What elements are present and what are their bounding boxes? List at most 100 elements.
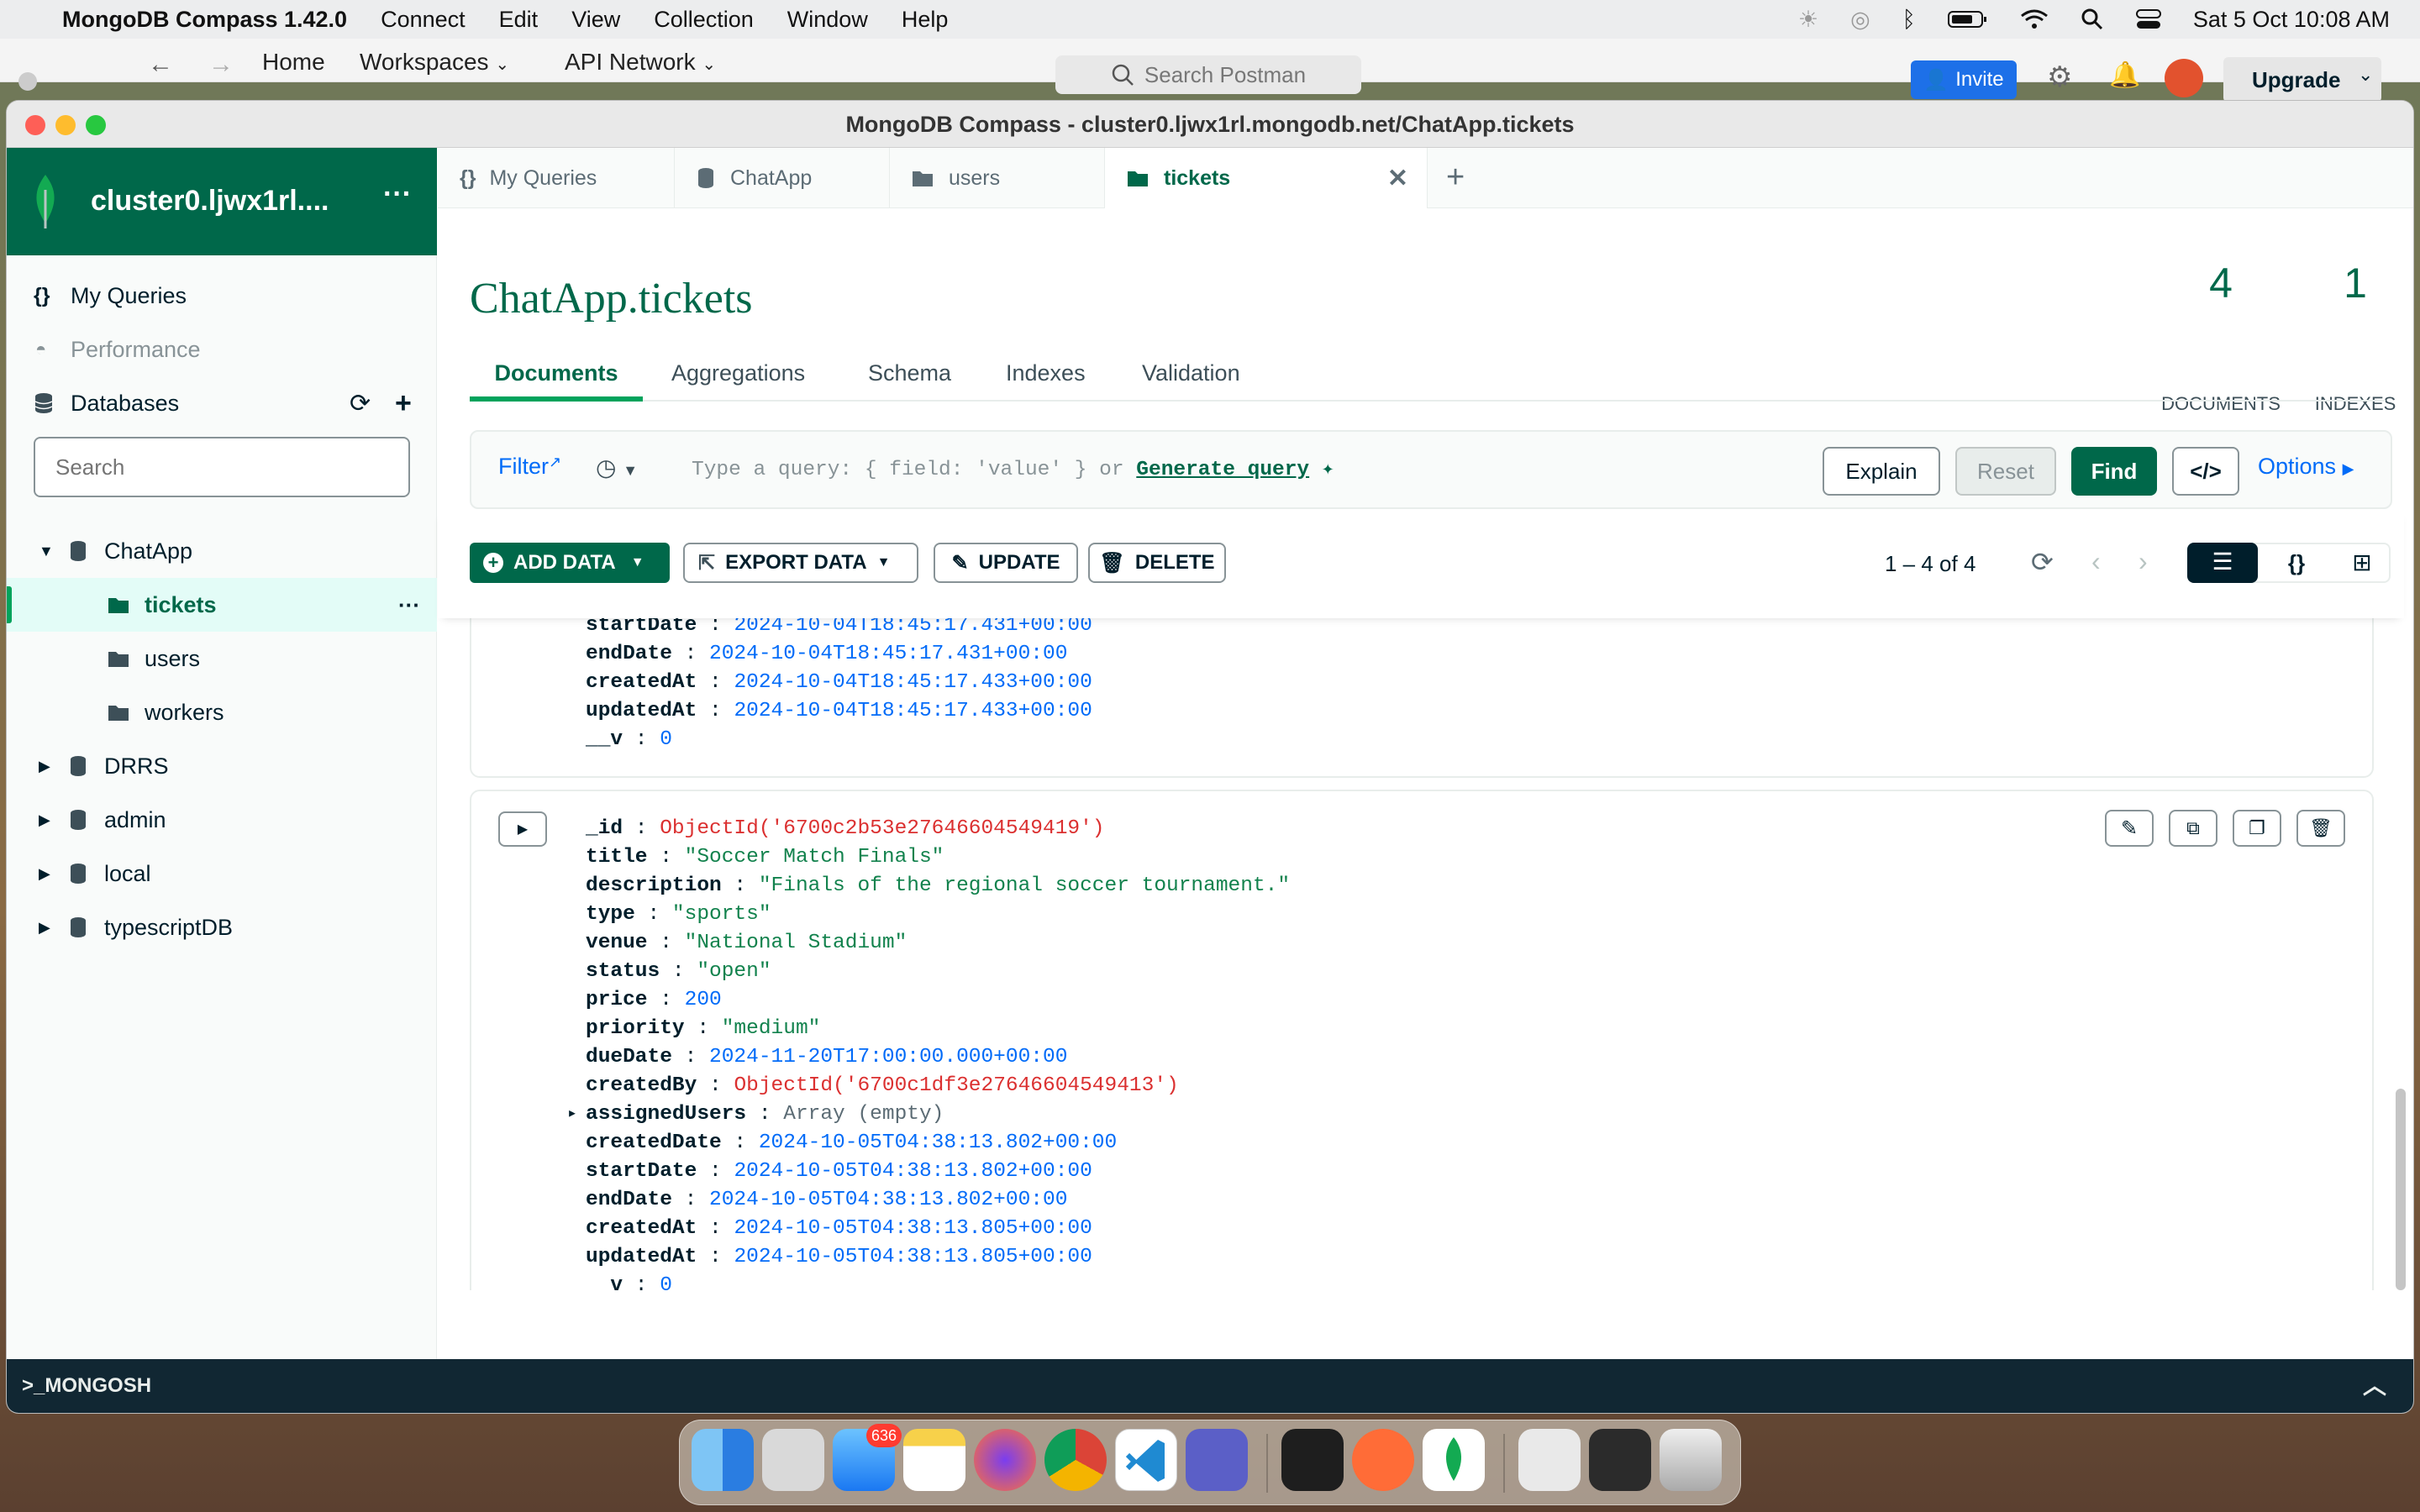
menu-connect[interactable]: Connect	[381, 7, 466, 33]
app-menu[interactable]: MongoDB Compass 1.42.0	[62, 7, 347, 33]
tree-collection-workers[interactable]: workers	[7, 685, 437, 739]
field-value[interactable]: Array (empty)	[783, 1103, 944, 1126]
field-value[interactable]: 2024-10-04T18:45:17.433+00:00	[734, 671, 1092, 694]
delete-document-button[interactable]: 🗑	[2296, 810, 2345, 847]
tree-db-typescriptdb[interactable]: ▶ typescriptDB	[7, 900, 437, 954]
table-view-button[interactable]: ⊞	[2333, 544, 2391, 581]
postman-api-network-menu[interactable]: API Network ⌄	[565, 49, 716, 76]
forward-arrow-icon[interactable]: →	[208, 50, 234, 79]
tree-db-local[interactable]: ▶ local	[7, 847, 437, 900]
sidebar-my-queries[interactable]: {} My Queries	[7, 269, 437, 323]
copy-document-button[interactable]: ⧉	[2169, 810, 2217, 847]
delete-button[interactable]: 🗑 DELETE	[1088, 543, 1226, 583]
expand-document-button[interactable]: ▶	[498, 811, 547, 847]
subtab-validation[interactable]: Validation	[1142, 349, 1240, 396]
field-value[interactable]: ObjectId('6700c1df3e27646604549413')	[734, 1074, 1178, 1097]
field-value[interactable]: "Soccer Match Finals"	[685, 846, 944, 869]
field-value[interactable]: 2024-11-20T17:00:00.000+00:00	[709, 1046, 1067, 1068]
field-value[interactable]: 200	[685, 989, 722, 1011]
list-view-button[interactable]: ☰	[2187, 543, 2258, 583]
postman-workspaces-menu[interactable]: Workspaces ⌄	[360, 49, 509, 76]
prev-page-icon[interactable]: ‹	[2091, 546, 2101, 577]
avatar[interactable]	[2165, 59, 2203, 97]
field-value[interactable]: "National Stadium"	[685, 932, 908, 954]
chevron-up-icon[interactable]: ︿	[2363, 1359, 2386, 1413]
menu-view[interactable]: View	[571, 7, 620, 33]
subtab-aggregations[interactable]: Aggregations	[671, 349, 805, 396]
field-value[interactable]: "medium"	[722, 1017, 821, 1040]
menubar-datetime[interactable]: Sat 5 Oct 10:08 AM	[2193, 7, 2390, 33]
field-value[interactable]: 0	[660, 728, 672, 751]
query-history-icon[interactable]: ◷ ▼	[596, 454, 638, 481]
field-value[interactable]: "open"	[697, 960, 771, 983]
airdrop-icon[interactable]: ◎	[1850, 7, 1870, 33]
document-card[interactable]: ▶ _id : ObjectId('6700c2b53e276466045494…	[470, 790, 2374, 1290]
find-button[interactable]: Find	[2071, 447, 2157, 496]
menu-help[interactable]: Help	[902, 7, 949, 33]
tree-collection-tickets[interactable]: tickets ···	[7, 578, 437, 632]
minimize-window-button[interactable]	[55, 115, 76, 135]
edit-document-button[interactable]: ✎	[2105, 810, 2154, 847]
zoom-window-button[interactable]	[86, 115, 106, 135]
field-value[interactable]: 0	[660, 1274, 672, 1290]
connection-header[interactable]: cluster0.ljwx1rl.... ···	[7, 148, 437, 255]
clone-document-button[interactable]: ❐	[2233, 810, 2281, 847]
add-data-button[interactable]: + ADD DATA ▼	[470, 543, 670, 583]
field-value[interactable]: 2024-10-05T04:38:13.802+00:00	[759, 1131, 1117, 1154]
cluster-more-icon[interactable]: ···	[383, 178, 412, 211]
scrollbar-thumb[interactable]	[2396, 1089, 2406, 1290]
tab-my-queries[interactable]: {} My Queries	[438, 148, 675, 208]
subtab-documents[interactable]: Documents	[470, 349, 643, 402]
menu-window[interactable]: Window	[787, 7, 868, 33]
field-value[interactable]: 2024-10-04T18:45:17.431+00:00	[734, 618, 1092, 637]
field-value[interactable]: 2024-10-05T04:38:13.805+00:00	[734, 1217, 1092, 1240]
next-page-icon[interactable]: ›	[2139, 546, 2148, 577]
tree-db-drrs[interactable]: ▶ DRRS	[7, 739, 437, 793]
brightness-icon[interactable]: ☀	[1798, 7, 1818, 33]
tree-collection-users[interactable]: users	[7, 632, 437, 685]
explain-button[interactable]: Explain	[1823, 447, 1940, 496]
trash-icon[interactable]	[1660, 1429, 1722, 1491]
query-input[interactable]: Type a query: { field: 'value' } or Gene…	[692, 455, 1334, 481]
upgrade-chevron-icon[interactable]: ⌄	[2358, 64, 2373, 86]
reset-button[interactable]: Reset	[1955, 447, 2056, 496]
settings-gear-icon[interactable]: ⚙	[2047, 60, 2072, 94]
generate-query-link[interactable]: Generate query	[1136, 459, 1309, 481]
mongodb-compass-icon[interactable]	[1423, 1429, 1485, 1491]
field-value[interactable]: 2024-10-05T04:38:13.805+00:00	[734, 1246, 1092, 1268]
tab-users[interactable]: users	[890, 148, 1105, 208]
filter-link[interactable]: Filter↗	[498, 454, 561, 480]
firefox-icon[interactable]	[974, 1429, 1036, 1491]
back-arrow-icon[interactable]: ←	[148, 50, 173, 79]
collection-more-icon[interactable]: ···	[398, 592, 420, 618]
subtab-schema[interactable]: Schema	[868, 349, 951, 396]
launchpad-icon[interactable]	[762, 1429, 824, 1491]
tree-db-chatapp[interactable]: ▼ ChatApp	[7, 524, 437, 578]
field-value[interactable]: "sports"	[672, 903, 771, 926]
subtab-indexes[interactable]: Indexes	[1006, 349, 1086, 396]
code-view-button[interactable]: </>	[2172, 447, 2239, 496]
new-tab-icon[interactable]: +	[1446, 160, 1465, 196]
bluetooth-icon[interactable]: ᛒ	[1902, 7, 1916, 33]
field-value[interactable]: 2024-10-05T04:38:13.802+00:00	[709, 1189, 1067, 1211]
terminal-icon[interactable]	[1589, 1429, 1651, 1491]
vscode-icon[interactable]	[1115, 1429, 1177, 1491]
json-view-button[interactable]: {}	[2268, 544, 2325, 581]
spotlight-icon[interactable]	[2081, 8, 2104, 31]
sidebar-databases[interactable]: Databases ⟳ +	[7, 376, 437, 430]
mongosh-bar[interactable]: >_MONGOSH ︿	[7, 1359, 2413, 1413]
preview-icon[interactable]	[1518, 1429, 1581, 1491]
update-button[interactable]: ✎ UPDATE	[934, 543, 1078, 583]
menu-collection[interactable]: Collection	[654, 7, 754, 33]
wifi-icon[interactable]	[2020, 8, 2049, 30]
field-value[interactable]: 2024-10-04T18:45:17.431+00:00	[709, 643, 1067, 665]
postman-search[interactable]: Search Postman	[1055, 55, 1361, 94]
refresh-icon[interactable]: ⟳	[2031, 546, 2054, 578]
close-tab-icon[interactable]: ✕	[1387, 164, 1408, 193]
sidebar-performance[interactable]: ◓ Performance	[7, 323, 437, 376]
figma-icon[interactable]	[1281, 1429, 1344, 1491]
notification-bell-icon[interactable]: 🔔	[2109, 60, 2140, 90]
field-value[interactable]: ObjectId('6700c2b53e27646604549419')	[660, 817, 1104, 840]
notes-icon[interactable]	[903, 1429, 965, 1491]
menu-edit[interactable]: Edit	[499, 7, 539, 33]
